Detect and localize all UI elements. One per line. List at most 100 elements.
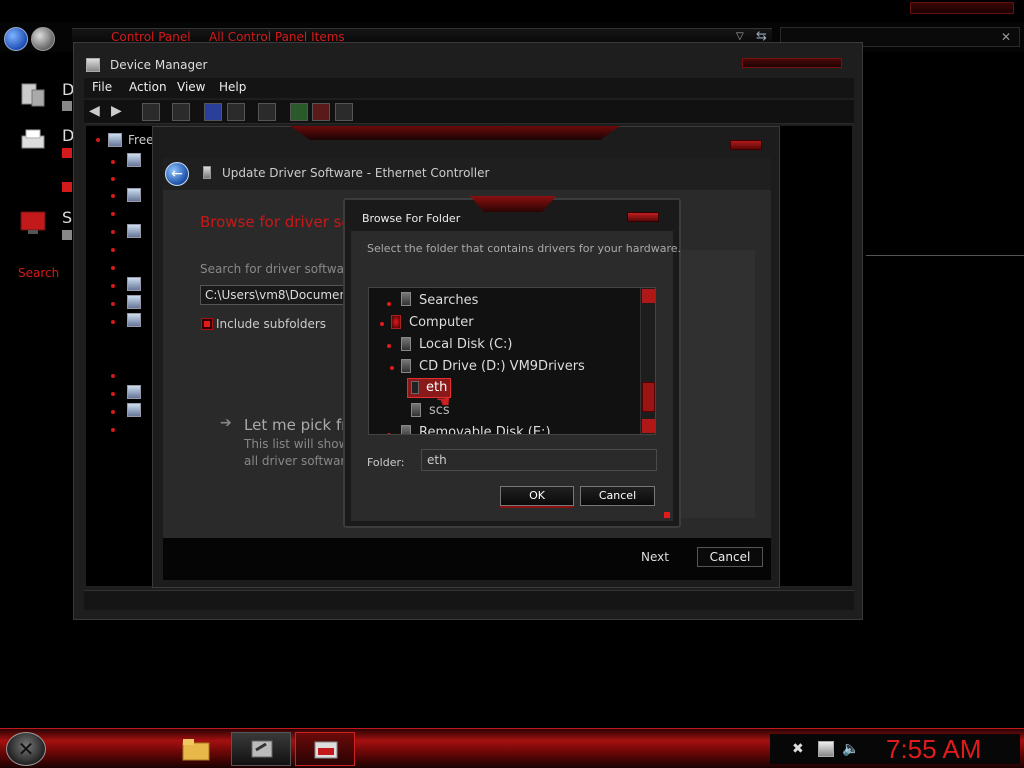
tree-expander[interactable] <box>111 230 115 234</box>
cancel-button[interactable]: Cancel <box>697 547 763 567</box>
menu-action[interactable]: Action <box>129 80 167 94</box>
menu-view[interactable]: View <box>177 80 205 94</box>
wizard-close-button[interactable] <box>730 140 762 150</box>
update-driver-icon[interactable] <box>290 103 308 121</box>
scroll-down-button[interactable] <box>642 419 655 433</box>
cancel-button[interactable]: Cancel <box>580 486 655 506</box>
close-icon[interactable]: ✕ <box>1001 30 1011 44</box>
control-panel-icon <box>314 741 338 759</box>
tree-expander[interactable] <box>111 392 115 396</box>
device-icon <box>127 295 141 309</box>
back-button[interactable] <box>4 27 28 51</box>
clock[interactable]: 7:55 AM <box>886 734 981 765</box>
pick-from-list-link[interactable]: Let me pick fro <box>244 416 356 434</box>
device-icon <box>127 277 141 291</box>
folder-icon <box>401 292 411 306</box>
view-icon[interactable] <box>227 103 245 121</box>
tree-expander[interactable] <box>111 248 115 252</box>
status-bar <box>84 590 854 610</box>
volume-icon[interactable]: 🔈 <box>842 741 859 757</box>
arrow-right-icon[interactable]: ▶ <box>111 103 122 119</box>
pick-description: This list will show <box>244 437 349 451</box>
wizard-title: Update Driver Software - Ethernet Contro… <box>222 166 490 180</box>
next-button[interactable]: Next <box>622 547 688 567</box>
taskbar-device-manager[interactable] <box>231 732 291 766</box>
tree-expander[interactable] <box>387 302 391 306</box>
system-icon <box>18 208 48 238</box>
window-controls[interactable] <box>742 58 842 68</box>
pick-description: all driver softwar <box>244 454 346 468</box>
tree-expander[interactable] <box>111 212 115 216</box>
device-manager-title: Device Manager <box>110 58 208 72</box>
tree-item-cd-drive[interactable]: CD Drive (D:) VM9Drivers <box>419 359 585 374</box>
tree-expander[interactable] <box>111 320 115 324</box>
start-button[interactable]: ✕ <box>6 732 46 766</box>
list-icon[interactable] <box>172 103 190 121</box>
tree-expander[interactable] <box>111 302 115 306</box>
device-icon <box>127 403 141 417</box>
tree-expander[interactable] <box>387 344 391 348</box>
network-icon[interactable] <box>818 741 834 757</box>
enable-icon[interactable] <box>335 103 353 121</box>
removable-disk-icon <box>401 425 411 434</box>
drive-icon <box>401 337 411 351</box>
forward-button[interactable] <box>31 27 55 51</box>
scan-icon[interactable] <box>258 103 276 121</box>
side-sub-icon <box>62 230 72 240</box>
tree-item-removable-disk[interactable]: Removable Disk (E:) <box>419 425 551 434</box>
tree-expander[interactable] <box>111 266 115 270</box>
ok-button[interactable]: OK <box>500 486 574 506</box>
tree-expander[interactable] <box>111 284 115 288</box>
help-icon[interactable] <box>204 103 222 121</box>
window-controls-top[interactable] <box>910 2 1014 14</box>
window-glow <box>470 196 556 212</box>
resize-grip[interactable] <box>664 512 670 518</box>
tree-expander[interactable] <box>390 366 394 370</box>
chevron-down-icon[interactable]: ▽ <box>736 31 744 42</box>
folder-tree[interactable]: Searches Computer Local Disk (C:) CD Dri… <box>368 287 656 435</box>
folder-tree-scrollbar[interactable] <box>640 288 655 434</box>
device-icon <box>127 153 141 167</box>
computer-icon <box>391 315 401 329</box>
folder-input[interactable]: eth <box>421 449 657 471</box>
tree-expander[interactable] <box>111 160 115 164</box>
side-sub-icon <box>62 101 72 111</box>
tree-item-computer[interactable]: Computer <box>409 315 474 330</box>
properties-icon[interactable] <box>142 103 160 121</box>
scroll-thumb[interactable] <box>642 382 655 412</box>
tree-expander[interactable] <box>111 428 115 432</box>
tree-expander[interactable] <box>111 374 115 378</box>
tree-expander[interactable] <box>111 194 115 198</box>
arrow-right-icon: ➔ <box>220 415 232 431</box>
network-icon <box>127 313 141 327</box>
folder-icon <box>182 739 210 761</box>
path-input[interactable]: C:\Users\vm8\Documents <box>200 285 350 305</box>
tree-item-searches[interactable]: Searches <box>419 293 478 308</box>
arrow-left-icon[interactable]: ◀ <box>89 103 100 119</box>
include-subfolders-label[interactable]: Include subfolders <box>216 317 326 331</box>
tree-item-local-disk[interactable]: Local Disk (C:) <box>419 337 512 352</box>
taskbar-explorer[interactable] <box>166 732 226 766</box>
folder-label: Folder: <box>367 456 405 469</box>
scroll-up-button[interactable] <box>642 289 655 303</box>
tree-root-label[interactable]: Free <box>128 133 153 147</box>
taskbar-control-panel[interactable] <box>295 732 355 766</box>
side-search-link[interactable]: Search <box>18 266 59 280</box>
browse-folder-title: Browse For Folder <box>362 212 461 225</box>
tree-expander[interactable] <box>111 177 115 181</box>
tree-expander[interactable] <box>387 433 391 434</box>
close-button[interactable] <box>627 212 659 222</box>
action-center-icon[interactable]: ✖ <box>792 741 808 757</box>
uninstall-icon[interactable] <box>312 103 330 121</box>
menu-file[interactable]: File <box>92 80 112 94</box>
include-subfolders-checkbox[interactable] <box>201 318 213 330</box>
tree-expander[interactable] <box>96 138 100 142</box>
menu-help[interactable]: Help <box>219 80 246 94</box>
tree-expander[interactable] <box>380 322 384 326</box>
printer-icon <box>18 126 48 156</box>
cd-drive-icon <box>401 359 411 373</box>
back-arrow-icon[interactable]: ← <box>165 162 189 186</box>
device-manager-icon <box>86 58 100 72</box>
hand-cursor-icon: ☚ <box>436 392 451 411</box>
tree-expander[interactable] <box>111 410 115 414</box>
